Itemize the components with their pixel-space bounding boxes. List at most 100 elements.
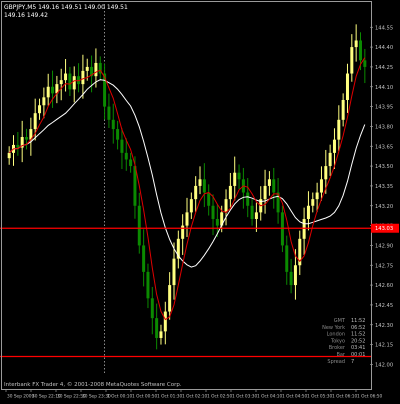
candle-body [306, 205, 310, 219]
candle-body [246, 192, 250, 206]
candle-body [59, 80, 63, 85]
y-tick-label: 143.95 [375, 105, 393, 111]
candle-body [85, 66, 89, 71]
symbol-subheader: 149.16 149.42 [4, 12, 48, 19]
clock-label: New York [322, 325, 345, 331]
y-tick-label: 143.80 [375, 124, 393, 130]
candle-body [194, 185, 198, 200]
clock-value: 11:52 [351, 318, 365, 324]
symbol-header: GBPJPY,M5 149.16 149.51 149.00 149.51 [4, 4, 128, 11]
x-tick-label: 1 Oct 06:50 [357, 394, 383, 400]
clock-label: Broker [329, 345, 346, 351]
candle-body [120, 139, 124, 153]
candle-body [263, 185, 267, 200]
candle-body [181, 225, 185, 239]
candle-body [137, 205, 141, 246]
candle-body [332, 139, 336, 153]
y-tick-label: 144.10 [375, 85, 393, 91]
candle-body [363, 60, 367, 67]
candle-body [250, 205, 254, 219]
clock-value: 00:01 [351, 352, 365, 358]
candle-body [228, 185, 232, 200]
candle-body [124, 152, 128, 160]
candle-body [111, 119, 115, 130]
clock-value: 11:52 [351, 332, 365, 338]
clock-value: 7 [351, 359, 354, 365]
y-tick-label: 143.35 [375, 184, 393, 190]
y-tick-label: 142.45 [375, 303, 393, 309]
y-tick-label: 144.25 [375, 65, 393, 71]
candle-body [237, 172, 241, 180]
candle-body [185, 212, 189, 226]
y-tick-label: 143.65 [375, 144, 393, 150]
candle-body [42, 97, 46, 106]
candle-body [215, 218, 219, 226]
clock-label: London [327, 332, 345, 338]
candle-body [345, 73, 349, 100]
y-tick-label: 142.90 [375, 243, 393, 249]
candle-body [202, 179, 206, 193]
chart-window[interactable]: GBPJPY,M5 149.16 149.51 149.00 149.51 14… [0, 0, 400, 400]
clock-value: 06:52 [351, 325, 365, 331]
y-tick-label: 142.60 [375, 283, 393, 289]
clock-label: Bar [336, 352, 345, 358]
clock-label: GMT [334, 318, 346, 324]
x-tick-label: 30 Sep 2009 [7, 394, 34, 400]
x-tick-label: 1 Oct 02:50 [207, 394, 233, 400]
candle-body [285, 245, 289, 272]
candle-body [315, 192, 319, 200]
candle-body [293, 265, 297, 286]
candle-body [267, 179, 271, 186]
candle-body [254, 212, 258, 219]
candle-body [272, 179, 276, 193]
x-tick-label: 1 Oct 04:50 [282, 394, 308, 400]
candle-body [280, 212, 284, 246]
candle-body [211, 205, 215, 219]
candle-body [302, 218, 306, 239]
candle-body [68, 73, 72, 90]
candle-body [168, 285, 172, 312]
candle-body [207, 192, 211, 206]
candle-body [7, 152, 11, 159]
candle-body [46, 86, 50, 98]
y-tick-label: 143.20 [375, 204, 393, 210]
candle-body [350, 47, 354, 74]
candle-body [189, 199, 193, 213]
x-tick-label: 1 Oct 03:30 [232, 394, 258, 400]
clock-label: Tokyo [330, 338, 345, 344]
current-price-label: 143.03 [375, 226, 393, 232]
x-tick-label: 1 Oct 00:50 [132, 394, 158, 400]
candle-body [129, 159, 133, 167]
candle-body [64, 73, 68, 81]
price-chart[interactable]: GBPJPY,M5 149.16 149.51 149.00 149.51 14… [0, 0, 400, 400]
candle-body [311, 199, 315, 206]
x-tick-label: 1 Oct 06:10 [332, 394, 358, 400]
candle-body [51, 86, 55, 94]
candle-body [150, 298, 154, 319]
candle-body [233, 172, 237, 186]
x-tick-label: 1 Oct 00:10 [107, 394, 133, 400]
candle-body [328, 152, 332, 167]
candle-body [33, 113, 37, 130]
candle-body [81, 70, 85, 85]
candle-body [337, 119, 341, 140]
candle-body [72, 76, 76, 90]
candle-body [224, 199, 228, 213]
x-tick-label: 1 Oct 02:10 [182, 394, 208, 400]
clock-label: Spread [327, 359, 345, 365]
candle-body [107, 106, 111, 120]
candle-body [198, 179, 202, 186]
candle-body [172, 258, 176, 286]
candle-body [354, 40, 358, 48]
y-tick-label: 144.55 [375, 25, 393, 31]
candle-body [341, 99, 345, 120]
candle-body [25, 137, 29, 140]
candle-body [94, 62, 98, 77]
candle-body [324, 166, 328, 180]
candle-body [319, 179, 323, 193]
candle-body [146, 271, 150, 299]
candle-body [159, 331, 163, 338]
candle-body [38, 105, 42, 114]
clock-value: 03:41 [351, 345, 365, 351]
y-tick-label: 143.50 [375, 164, 393, 170]
